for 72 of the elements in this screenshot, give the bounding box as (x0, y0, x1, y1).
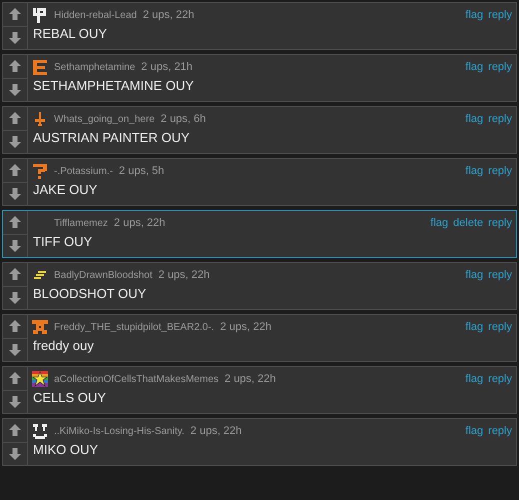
down-arrow-icon (8, 82, 22, 97)
action-link[interactable]: reply (488, 61, 512, 73)
comment-text: AUSTRIAN PAINTER OUY (32, 130, 191, 145)
down-arrow-icon (8, 394, 22, 409)
comment-meta: 2 ups, 22h (224, 373, 276, 385)
avatar-icon (32, 59, 48, 75)
comment-meta: 2 ups, 22h (142, 9, 194, 21)
down-arrow-icon (8, 342, 22, 357)
action-link[interactable]: flag (465, 269, 484, 281)
action-link[interactable]: reply (488, 373, 512, 385)
action-link[interactable]: flag (465, 425, 484, 437)
comment-meta: 2 ups, 6h (160, 113, 206, 125)
avatar-icon (32, 423, 48, 439)
action-link[interactable]: delete (453, 217, 484, 229)
comment-text: freddy ouy (32, 338, 95, 353)
avatar-icon (32, 270, 48, 280)
avatar-icon (32, 371, 48, 387)
action-link[interactable]: reply (488, 217, 512, 229)
action-link[interactable]: reply (488, 113, 512, 125)
down-arrow-icon (8, 290, 22, 305)
comment-meta: 2 ups, 22h (190, 425, 242, 437)
avatar-icon (32, 319, 48, 335)
up-arrow-icon (8, 215, 22, 230)
action-link[interactable]: flag (465, 9, 484, 21)
action-link[interactable]: reply (488, 165, 512, 177)
action-link[interactable]: reply (488, 269, 512, 281)
avatar-icon (32, 111, 48, 127)
comment-meta: 2 ups, 22h (220, 321, 272, 333)
action-link[interactable]: reply (488, 9, 512, 21)
comment-meta: 2 ups, 21h (141, 61, 193, 73)
username-link[interactable]: aCollectionOfCellsThatMakesMemes (54, 374, 219, 384)
comment-text: MIKO OUY (32, 442, 100, 457)
down-arrow-icon (8, 238, 22, 253)
down-arrow-icon (8, 186, 22, 201)
action-link[interactable]: flag (430, 217, 448, 229)
action-link[interactable]: flag (465, 321, 484, 333)
username-link[interactable]: Whats_going_on_here (54, 114, 155, 124)
down-arrow-icon (8, 446, 22, 461)
username-link[interactable]: Freddy_THE_stupidpilot_BEAR2.0-. (54, 322, 214, 332)
username-link[interactable]: Hidden-rebal-Lead (54, 10, 137, 20)
username-link[interactable]: BadlyDrawnBloodshot (54, 270, 152, 280)
comment-text: REBAL OUY (32, 26, 108, 41)
comment-meta: 2 ups, 22h (114, 217, 166, 229)
action-link[interactable]: flag (465, 113, 484, 125)
username-link[interactable]: -.Potassium.- (54, 166, 113, 176)
comment-text: CELLS OUY (32, 390, 107, 405)
up-arrow-icon (8, 163, 22, 178)
comment-text: BLOODSHOT OUY (32, 286, 148, 301)
down-arrow-icon (8, 30, 22, 45)
action-link[interactable]: reply (488, 321, 512, 333)
comment-meta: 2 ups, 22h (158, 269, 210, 281)
action-link[interactable]: flag (465, 373, 484, 385)
avatar-icon (32, 163, 48, 179)
username-link[interactable]: Sethamphetamine (54, 62, 136, 72)
up-arrow-icon (8, 111, 22, 126)
action-link[interactable]: reply (488, 425, 512, 437)
action-link[interactable]: flag (465, 61, 484, 73)
comment-text: JAKE OUY (32, 182, 98, 197)
action-link[interactable]: flag (465, 165, 484, 177)
up-arrow-icon (8, 59, 22, 74)
username-link[interactable]: ..KiMiko-Is-Losing-His-Sanity. (54, 426, 184, 436)
up-arrow-icon (8, 7, 22, 22)
comment-text: SETHAMPHETAMINE OUY (32, 78, 195, 93)
comment-meta: 2 ups, 5h (118, 165, 164, 177)
up-arrow-icon (8, 423, 22, 438)
up-arrow-icon (8, 319, 22, 334)
up-arrow-icon (8, 267, 22, 282)
avatar-icon (32, 7, 48, 23)
username-link[interactable]: Tifflamemez (54, 218, 108, 228)
up-arrow-icon (8, 371, 22, 386)
comment-text: TIFF OUY (32, 234, 94, 249)
down-arrow-icon (8, 134, 22, 149)
